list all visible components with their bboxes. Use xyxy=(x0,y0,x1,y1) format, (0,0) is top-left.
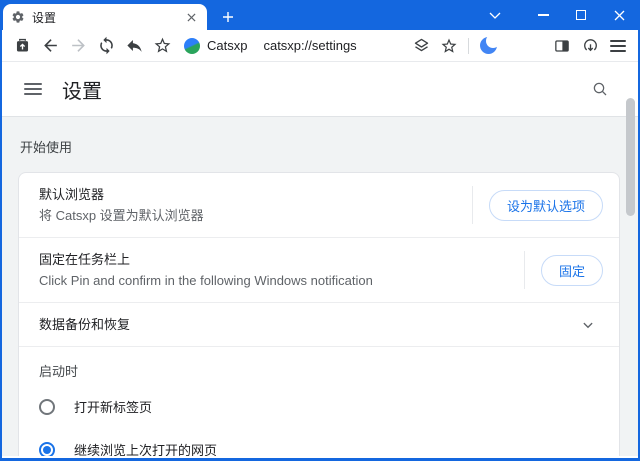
star-icon[interactable] xyxy=(148,32,176,60)
row-title: 默认浏览器 xyxy=(39,187,105,202)
settings-card: 默认浏览器 将 Catsxp 设置为默认浏览器 设为默认选项 固定在任务栏上 C… xyxy=(18,172,620,456)
dark-mode-moon-icon[interactable] xyxy=(474,32,502,60)
bookmark-star-icon[interactable] xyxy=(435,32,463,60)
row-subtitle: Click Pin and confirm in the following W… xyxy=(39,273,373,288)
download-icon[interactable] xyxy=(576,32,604,60)
url-text[interactable]: catsxp://settings xyxy=(263,38,356,53)
row-title: 固定在任务栏上 xyxy=(39,252,131,267)
pin-button[interactable]: 固定 xyxy=(540,254,603,286)
new-tab-plus-icon[interactable] xyxy=(213,4,243,30)
window-maximize-icon[interactable] xyxy=(562,0,600,30)
tab-close-icon[interactable] xyxy=(183,9,199,25)
site-label: Catsxp xyxy=(207,38,248,53)
startup-heading: 启动时 xyxy=(39,364,79,379)
layers-icon[interactable] xyxy=(407,32,435,60)
drawer-menu-icon[interactable] xyxy=(24,83,42,95)
row-separator xyxy=(523,251,525,289)
window-chevron-icon[interactable] xyxy=(476,0,514,30)
default-browser-row: 默认浏览器 将 Catsxp 设置为默认浏览器 设为默认选项 xyxy=(19,173,619,237)
reload-icon[interactable] xyxy=(92,32,120,60)
catsxp-logo-icon xyxy=(184,37,200,54)
undo-icon[interactable] xyxy=(120,32,148,60)
boss-key-icon[interactable] xyxy=(8,32,36,60)
scrollbar-thumb[interactable] xyxy=(626,98,635,216)
radio-label: 打开新标签页 xyxy=(74,400,153,415)
menu-icon[interactable] xyxy=(604,32,632,60)
address-bar[interactable]: Catsxp catsxp://settings xyxy=(184,37,357,54)
forward-icon[interactable] xyxy=(64,32,92,60)
section-label: 开始使用 xyxy=(20,140,73,155)
settings-gear-icon xyxy=(11,10,25,24)
set-default-button[interactable]: 设为默认选项 xyxy=(488,189,603,221)
tab-title: 设置 xyxy=(32,10,57,25)
startup-option-continue[interactable]: 继续浏览上次打开的网页 xyxy=(19,428,619,456)
settings-header: 设置 xyxy=(2,62,638,117)
page-title: 设置 xyxy=(62,80,102,103)
sidebar-panel-icon[interactable] xyxy=(548,32,576,60)
search-icon[interactable] xyxy=(584,73,616,105)
browser-toolbar: Catsxp catsxp://settings xyxy=(2,30,638,62)
row-separator xyxy=(471,186,473,224)
settings-page: 设置 开始使用 默认浏览器 将 Catsxp 设置为默认浏览器 设为默认选项 固… xyxy=(2,62,638,456)
window-close-icon[interactable] xyxy=(600,0,638,30)
row-subtitle: 将 Catsxp 设置为默认浏览器 xyxy=(39,208,204,223)
settings-content: 开始使用 默认浏览器 将 Catsxp 设置为默认浏览器 设为默认选项 固定在任… xyxy=(2,117,638,456)
row-title: 数据备份和恢复 xyxy=(39,317,131,332)
window-minimize-icon[interactable] xyxy=(524,0,562,30)
toolbar-divider xyxy=(468,37,469,54)
browser-tab[interactable]: 设置 xyxy=(3,4,207,30)
radio-unchecked-icon[interactable] xyxy=(39,398,55,415)
browser-window: 设置 Catsxp catsxp://settings 设置 开始使用 默认浏览… xyxy=(0,0,640,461)
data-backup-row[interactable]: 数据备份和恢复 xyxy=(19,303,619,346)
chevron-down-icon[interactable] xyxy=(579,316,597,334)
pin-taskbar-row: 固定在任务栏上 Click Pin and confirm in the fol… xyxy=(19,238,619,302)
back-icon[interactable] xyxy=(36,32,64,60)
radio-label: 继续浏览上次打开的网页 xyxy=(74,443,218,456)
title-bar: 设置 xyxy=(2,0,638,30)
startup-option-new-tab[interactable]: 打开新标签页 xyxy=(19,385,619,428)
toolbar-right-icons xyxy=(407,32,632,60)
window-controls xyxy=(476,0,638,30)
radio-checked-icon[interactable] xyxy=(39,441,55,456)
